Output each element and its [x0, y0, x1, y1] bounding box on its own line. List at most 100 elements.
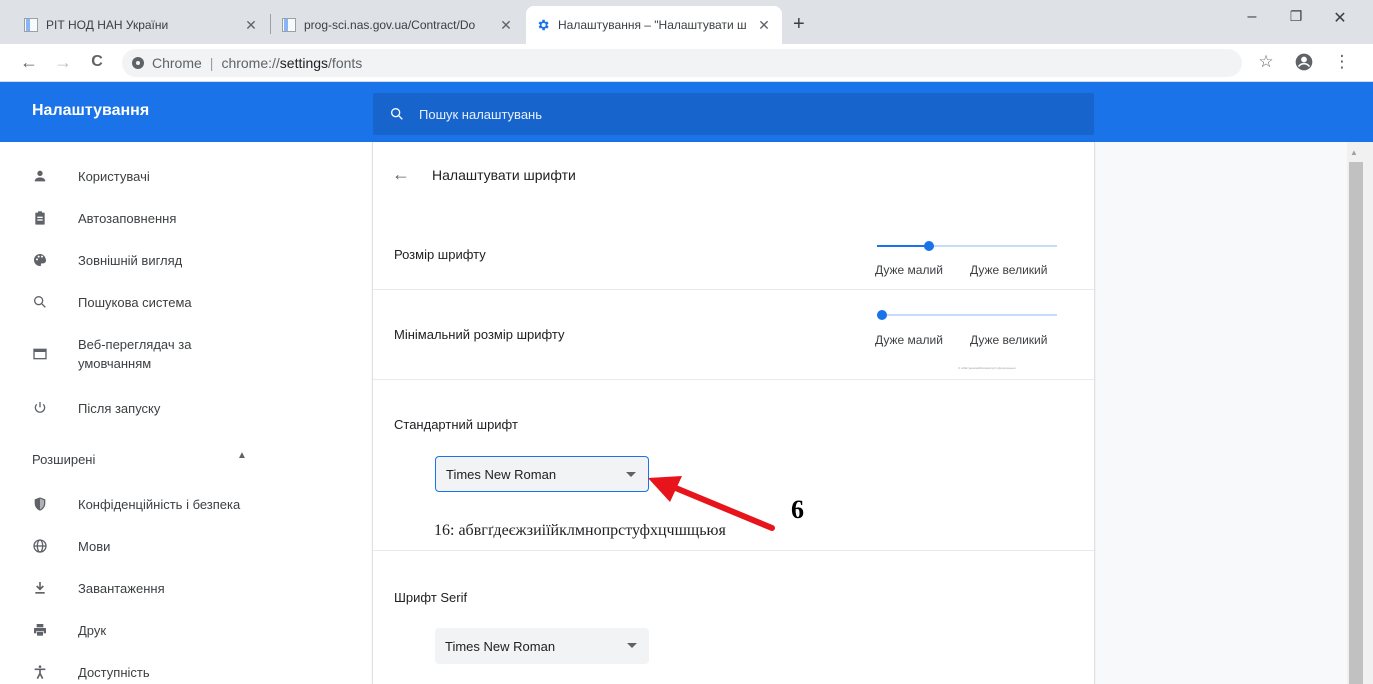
tab-rit-nod[interactable]: РІТ НОД НАН України ✕: [14, 6, 269, 44]
close-icon[interactable]: ✕: [243, 17, 259, 34]
sidebar-item-label: Після запуску: [78, 400, 161, 416]
sidebar-item-label: Автозаповнення: [78, 210, 177, 226]
sidebar-item-languages[interactable]: Мови: [0, 534, 372, 558]
sidebar-item-users[interactable]: Користувачі: [0, 164, 372, 188]
sidebar-item-label: Користувачі: [78, 168, 150, 184]
subpage-title: Налаштувати шрифти: [432, 167, 576, 183]
browser-toolbar: ← → C Chrome | chrome:// settings /fonts…: [0, 44, 1373, 82]
tab-strip: РІТ НОД НАН України ✕ prog-sci.nas.gov.u…: [0, 0, 1373, 44]
font-size-max-label: Дуже великий: [970, 263, 1048, 277]
sidebar-item-label: Веб-переглядач за умовчанням: [78, 337, 192, 371]
page-favicon-icon: [282, 18, 296, 32]
serif-font-select[interactable]: Times New Roman: [435, 628, 649, 664]
tab-title: РІТ НОД НАН України: [46, 18, 169, 32]
dropdown-arrow-icon: [626, 472, 636, 477]
chevron-up-icon[interactable]: ▲: [237, 450, 247, 461]
standard-font-value: Times New Roman: [446, 466, 557, 482]
close-icon[interactable]: ✕: [756, 17, 772, 34]
sidebar-item-label: Пошукова система: [78, 294, 192, 310]
slider-knob[interactable]: [924, 241, 934, 251]
back-button[interactable]: ←: [18, 52, 40, 72]
person-icon: [30, 166, 50, 186]
slider-knob[interactable]: [877, 310, 887, 320]
forward-button[interactable]: →: [52, 52, 74, 72]
sidebar-item-privacy[interactable]: Конфіденційність і безпека: [0, 492, 372, 516]
min-font-size-min-label: Дуже малий: [875, 333, 943, 347]
menu-icon[interactable]: ⋮: [1330, 52, 1354, 72]
scrollbar-thumb[interactable]: [1349, 162, 1363, 684]
annotation-arrow-icon: [648, 476, 775, 531]
profile-icon[interactable]: [1292, 52, 1316, 77]
sidebar-item-on-startup[interactable]: Після запуску: [0, 396, 372, 420]
sidebar-item-accessibility[interactable]: Доступність: [0, 660, 372, 684]
min-font-size-slider[interactable]: [877, 307, 1057, 323]
scheme-label: Chrome: [152, 55, 202, 71]
accessibility-icon: [30, 662, 50, 682]
sidebar-item-appearance[interactable]: Зовнішній вигляд: [0, 248, 372, 272]
sidebar-item-default-browser[interactable]: Веб-переглядач за умовчанням: [0, 332, 372, 376]
window-close-button[interactable]: ✕: [1320, 8, 1360, 28]
power-icon: [30, 398, 50, 418]
sidebar-item-label: Друк: [78, 622, 107, 638]
settings-search[interactable]: [373, 93, 1094, 135]
chrome-icon: [132, 57, 144, 69]
new-tab-button[interactable]: +: [793, 12, 805, 36]
serif-font-label: Шрифт Serif: [394, 590, 468, 605]
browser-icon: [30, 344, 50, 364]
bookmark-star-icon[interactable]: ☆: [1254, 52, 1278, 72]
dropdown-arrow-icon: [627, 643, 637, 648]
scrollbar[interactable]: ▲: [1347, 142, 1373, 684]
sidebar-item-label: Завантаження: [78, 580, 165, 596]
standard-font-label: Стандартний шрифт: [394, 417, 518, 432]
url-rest: /fonts: [328, 55, 363, 71]
print-icon: [30, 620, 50, 640]
tab-title: Налаштування – "Налаштувати ш: [558, 18, 747, 32]
page-title: Налаштування: [32, 102, 150, 119]
scroll-up-icon[interactable]: ▲: [1350, 148, 1358, 157]
gear-icon: [536, 18, 550, 32]
font-size-slider[interactable]: [877, 238, 1057, 254]
tab-title: prog-sci.nas.gov.ua/Contract/Do: [304, 18, 476, 32]
settings-header: Налаштування: [0, 82, 1373, 142]
search-icon: [391, 108, 403, 120]
settings-card: [372, 142, 1095, 684]
row-divider: [373, 550, 1094, 551]
url-host: chrome://: [221, 55, 280, 71]
min-font-size-sample: 0: абвгґдеєжзиіїйклмнопрстуфхцчшщьюя: [958, 366, 1016, 370]
sidebar-item-search-engine[interactable]: Пошукова система: [0, 290, 372, 314]
url-divider: |: [209, 55, 214, 71]
download-icon: [30, 578, 50, 598]
tab-settings[interactable]: Налаштування – "Налаштувати ш ✕: [526, 6, 782, 44]
reload-button[interactable]: C: [86, 52, 108, 72]
palette-icon: [30, 250, 50, 270]
sidebar-item-autofill[interactable]: Автозаповнення: [0, 206, 372, 230]
row-divider: [373, 289, 1094, 290]
url-path: settings: [279, 55, 329, 71]
tab-prog-sci[interactable]: prog-sci.nas.gov.ua/Contract/Do ✕: [272, 6, 524, 44]
sidebar-item-label: Зовнішній вигляд: [78, 252, 183, 268]
search-icon: [30, 292, 50, 312]
sidebar: Користувачі Автозаповнення Зовнішній виг…: [0, 142, 372, 684]
search-input[interactable]: [419, 106, 1059, 122]
slider-track: [877, 314, 1057, 316]
address-bar[interactable]: Chrome | chrome:// settings /fonts: [122, 49, 1242, 77]
sidebar-item-downloads[interactable]: Завантаження: [0, 576, 372, 600]
slider-fill: [877, 245, 929, 247]
sidebar-item-label: Доступність: [78, 664, 150, 680]
minimize-button[interactable]: –: [1232, 8, 1272, 26]
restore-button[interactable]: ❐: [1276, 8, 1316, 25]
back-arrow-icon[interactable]: ←: [392, 164, 410, 185]
serif-font-value: Times New Roman: [445, 638, 556, 654]
globe-icon: [30, 536, 50, 556]
sidebar-item-printing[interactable]: Друк: [0, 618, 372, 642]
standard-font-select[interactable]: Times New Roman: [435, 456, 649, 492]
tab-divider: [270, 14, 271, 34]
close-icon[interactable]: ✕: [498, 17, 514, 34]
sidebar-item-label: Конфіденційність і безпека: [78, 496, 241, 512]
annotation-number: 6: [791, 495, 804, 524]
font-size-label: Розмір шрифту: [394, 247, 486, 262]
advanced-section-toggle[interactable]: Розширені: [32, 452, 95, 467]
shield-icon: [30, 494, 50, 514]
font-size-min-label: Дуже малий: [875, 263, 943, 277]
clipboard-icon: [30, 208, 50, 228]
